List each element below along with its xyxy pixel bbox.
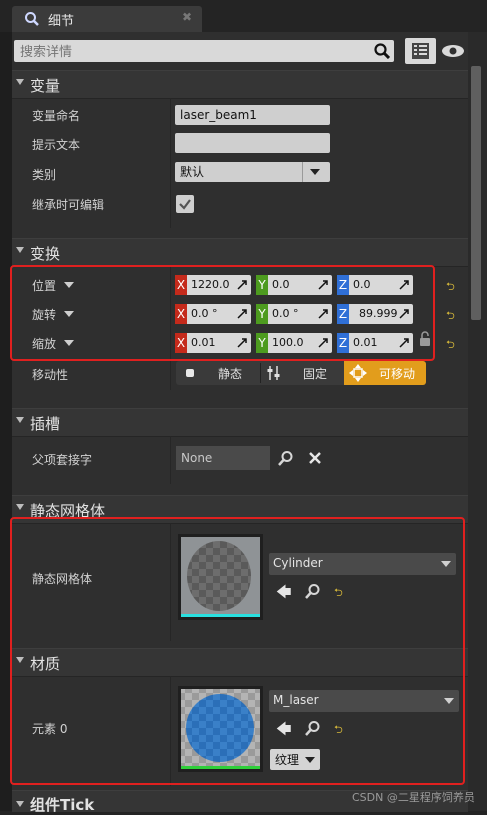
check-icon [179, 199, 191, 210]
column-divider [170, 436, 171, 484]
mobility-toggle-group: 静态 固定 可移动 [176, 361, 426, 385]
parent-socket-label: 父项套接字 [32, 453, 93, 467]
editable-on-inherit-label: 继承时可编辑 [32, 198, 105, 212]
category-label: 变量 [30, 77, 61, 95]
mesh-material-highlight-box [10, 517, 465, 785]
tooltip-input[interactable] [175, 133, 330, 153]
tab-title: 细节 [48, 14, 75, 29]
parent-socket-field[interactable]: None [176, 446, 270, 470]
chevron-down-icon [310, 169, 320, 175]
category-transform[interactable]: 变换 [12, 238, 468, 267]
details-tab[interactable]: 细节 ✖ [12, 6, 202, 32]
category-dropdown[interactable]: 默认 [175, 162, 330, 182]
category-label: 组件Tick [30, 796, 95, 814]
collapse-arrow-icon [16, 79, 24, 85]
watermark-text: CSDN @二星程序饲养员 [352, 791, 475, 804]
collapse-arrow-icon [16, 504, 24, 510]
mobility-movable-option[interactable]: 可移动 [344, 361, 426, 385]
property-matrix-button[interactable] [405, 38, 436, 64]
collapse-arrow-icon [16, 247, 24, 253]
tooltip-label: 提示文本 [32, 138, 81, 152]
search-bar [14, 40, 394, 63]
editable-on-inherit-checkbox[interactable] [176, 195, 194, 213]
collapse-arrow-icon [16, 801, 24, 807]
location-reset-icon[interactable]: ⮌ [446, 278, 455, 297]
column-divider [170, 98, 171, 228]
stationary-icon [267, 366, 280, 380]
category-variable[interactable]: 变量 [12, 70, 468, 99]
static-icon [186, 369, 194, 377]
move-arrows-icon [349, 364, 367, 382]
category-dropdown-value: 默认 [180, 165, 205, 179]
transform-highlight-box [10, 265, 435, 361]
category-label: 变换 [30, 245, 61, 263]
mobility-static-option[interactable]: 静态 [176, 361, 260, 385]
collapse-arrow-icon [16, 417, 24, 423]
scale-reset-icon[interactable]: ⮌ [446, 336, 455, 355]
scrollbar-thumb[interactable] [471, 66, 481, 320]
category-sockets[interactable]: 插槽 [12, 408, 468, 437]
mobility-stationary-option[interactable]: 固定 [261, 361, 341, 385]
clear-x-icon[interactable] [308, 451, 322, 465]
mobility-label: 移动性 [32, 368, 69, 382]
browse-search-icon[interactable] [278, 450, 294, 466]
rotation-reset-icon[interactable]: ⮌ [446, 307, 455, 326]
search-input[interactable] [18, 41, 362, 63]
grid-icon [412, 43, 429, 59]
details-search-icon [25, 12, 39, 26]
variable-name-input[interactable]: laser_beam1 [175, 105, 330, 125]
variable-name-label: 变量命名 [32, 109, 81, 123]
category-label: 插槽 [30, 415, 61, 433]
tab-close-icon[interactable]: ✖ [182, 10, 192, 24]
search-icon[interactable] [374, 43, 390, 59]
category-field-label: 类别 [32, 168, 57, 182]
